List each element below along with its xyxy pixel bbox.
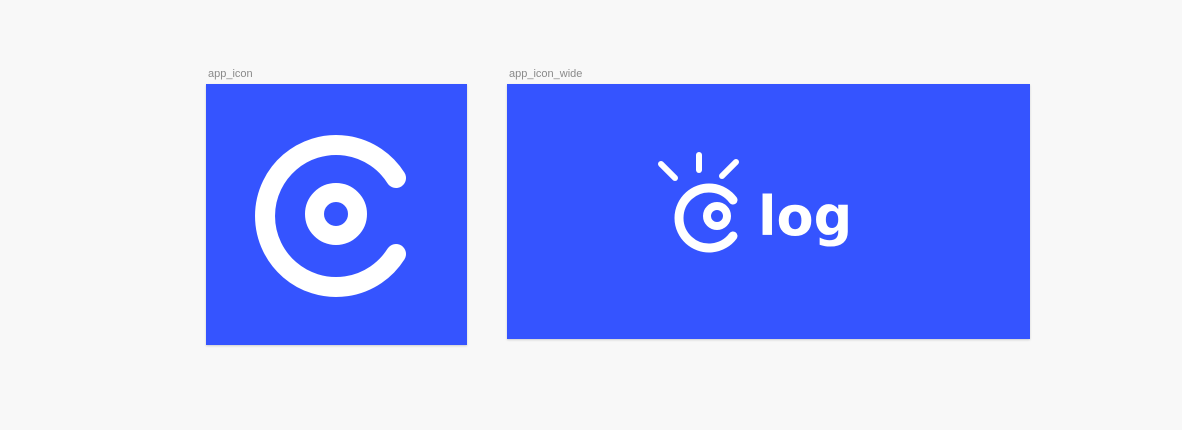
logo-wordmark: log bbox=[758, 185, 852, 248]
app-icon-artwork bbox=[206, 84, 467, 345]
app-icon-wide-artwork: log bbox=[507, 84, 1030, 339]
frame-label-app-icon-wide[interactable]: app_icon_wide bbox=[509, 68, 582, 81]
frame-label-app-icon[interactable]: app_icon bbox=[208, 68, 253, 81]
frame-app-icon[interactable] bbox=[206, 84, 467, 345]
frame-app-icon-wide[interactable]: log bbox=[507, 84, 1030, 339]
app-icon-background bbox=[206, 84, 467, 345]
